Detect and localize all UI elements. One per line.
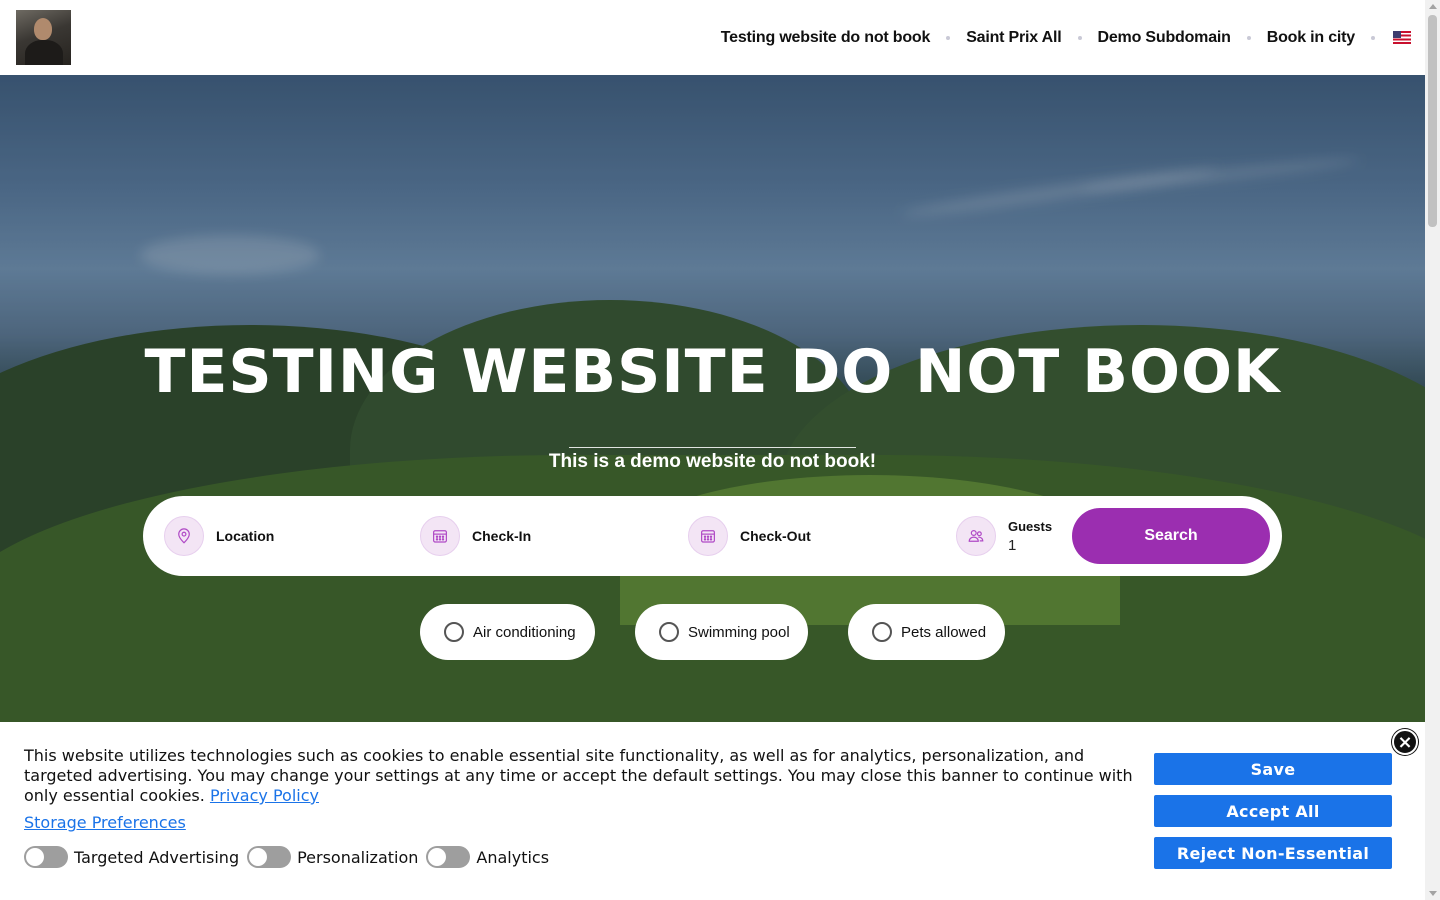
calendar-icon — [688, 516, 728, 556]
location-field[interactable]: Location — [164, 516, 274, 556]
amenity-label: Air conditioning — [473, 623, 576, 641]
amenity-swimming-pool[interactable]: Swimming pool — [635, 604, 808, 660]
personalization-toggle[interactable] — [247, 846, 292, 868]
flag-canton — [1393, 31, 1401, 38]
nav-separator — [1371, 35, 1375, 40]
cookie-message: This website utilizes technologies such … — [24, 746, 1133, 805]
amenity-air-conditioning[interactable]: Air conditioning — [420, 604, 595, 660]
main-nav: Testing website do not book Saint Prix A… — [721, 0, 1411, 75]
cookie-banner: This website utilizes technologies such … — [0, 722, 1425, 900]
scroll-up-arrow-icon[interactable] — [1429, 4, 1437, 9]
scroll-down-arrow-icon[interactable] — [1429, 891, 1437, 896]
scrollbar-thumb[interactable] — [1428, 15, 1437, 227]
nav-item-demo-subdomain[interactable]: Demo Subdomain — [1098, 29, 1231, 47]
nav-item-testing-website[interactable]: Testing website do not book — [721, 29, 931, 47]
hero-section: TESTING WEBSITE DO NOT BOOK This is a de… — [0, 75, 1425, 722]
reject-non-essential-button[interactable]: Reject Non-Essential — [1154, 837, 1392, 869]
storage-preferences-link[interactable]: Storage Preferences — [24, 813, 186, 832]
close-icon[interactable]: × — [1392, 729, 1418, 755]
users-icon — [956, 516, 996, 556]
calendar-icon — [420, 516, 460, 556]
toggle-label: Personalization — [297, 847, 419, 867]
nav-separator — [1246, 35, 1251, 40]
toggle-knob — [249, 848, 268, 866]
hero-title: TESTING WEBSITE DO NOT BOOK — [144, 337, 1281, 407]
site-logo[interactable] — [16, 10, 71, 65]
page-scrollbar[interactable] — [1425, 0, 1440, 900]
check-in-field[interactable]: Check-In — [420, 516, 531, 556]
nav-item-saint-prix-all[interactable]: Saint Prix All — [966, 29, 1062, 47]
guests-label: Guests — [1008, 518, 1053, 534]
toggle-knob — [428, 848, 447, 866]
targeted-advertising-toggle[interactable] — [24, 846, 68, 868]
radio-icon — [444, 622, 464, 642]
toggle-label: Targeted Advertising — [74, 847, 240, 867]
toggle-knob — [26, 848, 44, 866]
amenity-pets-allowed[interactable]: Pets allowed — [848, 604, 1005, 660]
hero-subtitle: This is a demo website do not book! — [548, 451, 877, 472]
nav-item-book-in-city[interactable]: Book in city — [1267, 29, 1355, 47]
check-out-label: Check-Out — [740, 528, 811, 544]
check-out-field[interactable]: Check-Out — [688, 516, 811, 556]
amenity-label: Pets allowed — [901, 623, 987, 641]
us-flag-icon[interactable] — [1393, 31, 1411, 44]
amenity-label: Swimming pool — [688, 623, 790, 641]
guests-value[interactable]: 1 — [1008, 537, 1052, 554]
map-pin-icon — [164, 516, 204, 556]
logo-face — [34, 18, 52, 40]
cookie-toggles: Targeted Advertising Personalization Ana… — [24, 846, 557, 868]
check-in-label: Check-In — [472, 528, 532, 544]
location-label: Location — [216, 528, 275, 544]
analytics-toggle[interactable] — [426, 846, 471, 868]
radio-icon — [659, 622, 679, 642]
guests-field[interactable]: Guests 1 — [956, 516, 1052, 556]
toggle-label: Analytics — [476, 847, 550, 867]
guests-info: Guests 1 — [1008, 519, 1052, 554]
logo-body — [25, 40, 63, 65]
save-button[interactable]: Save — [1154, 753, 1392, 785]
cookie-text: This website utilizes technologies such … — [24, 746, 1139, 806]
privacy-policy-link[interactable]: Privacy Policy — [210, 786, 319, 805]
site-header: Testing website do not book Saint Prix A… — [0, 0, 1425, 75]
search-bar: Location Check-In Check-Out Guests 1 Sea… — [143, 496, 1282, 576]
radio-icon — [872, 622, 892, 642]
subtitle-divider — [569, 447, 856, 448]
accept-all-button[interactable]: Accept All — [1154, 795, 1392, 827]
nav-separator — [946, 35, 951, 40]
nav-separator — [1077, 35, 1082, 40]
search-button[interactable]: Search — [1072, 508, 1270, 564]
